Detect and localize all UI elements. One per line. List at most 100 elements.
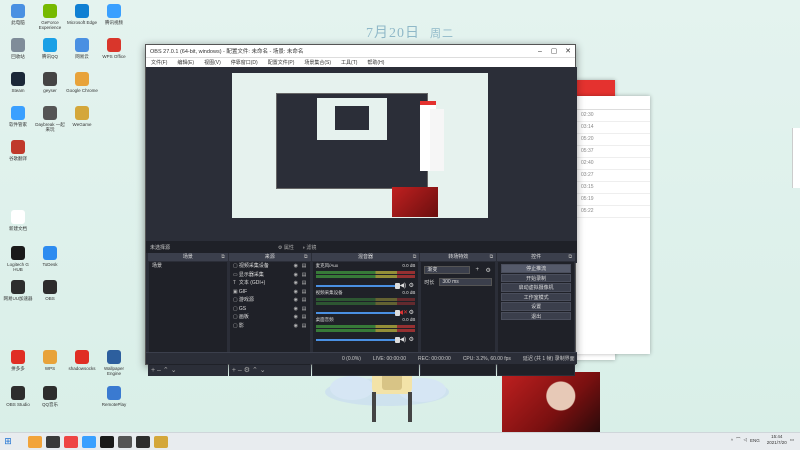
sources-list[interactable]: ▢ 视频采集设备 ◉ ▤ ▭ 显示器采集 ◉ ▤ T 文本 (GDI+) ◉ ▤ ▣ GIF ◉ ▤ ▢ 游戏源 ◉… — [229, 262, 310, 365]
windows-icon[interactable]: ⊞ — [0, 436, 16, 447]
language-indicator[interactable]: ENG — [750, 438, 760, 443]
close-icon[interactable]: ✕ — [561, 47, 575, 55]
desktop-icon[interactable]: ToDesk — [34, 246, 66, 267]
source-item[interactable]: ▢ 视频采集设备 ◉ ▤ — [230, 262, 310, 271]
volume-icon[interactable]: ◁ — [743, 437, 746, 443]
source-settings-icon[interactable]: ⚙ — [244, 367, 250, 374]
list-item[interactable]: 05:22 — [575, 206, 650, 218]
list-item[interactable]: 05:37 — [575, 146, 650, 158]
remove-scene-icon[interactable]: – — [157, 367, 161, 374]
preview-area[interactable]: 未选择源 ⚙ 属性 ◑ 滤镜 — [146, 67, 577, 263]
desktop-icon[interactable]: Google Chrome — [66, 72, 98, 93]
list-item[interactable]: 05:20 — [575, 134, 650, 146]
menu-item[interactable]: 编辑(E) — [172, 59, 199, 66]
scenes-list[interactable]: 场景 — [149, 262, 227, 365]
slider-knob[interactable] — [395, 336, 401, 343]
desktop-icon[interactable]: Logitech G HUB — [2, 246, 34, 272]
source-item[interactable]: ▢ GS ◉ ▤ — [230, 305, 310, 314]
desktop-icon[interactable]: RemotePlay — [98, 386, 130, 407]
desktop-icon[interactable]: geyser — [34, 72, 66, 93]
preview-canvas[interactable] — [232, 73, 488, 218]
eye-icon[interactable]: ◉ — [294, 279, 302, 288]
list-item[interactable]: 05:19 — [575, 194, 650, 206]
control-button[interactable]: 停止推流 — [501, 264, 572, 273]
taskbar-app-icon[interactable] — [64, 435, 78, 448]
menu-item[interactable]: 场景集合(S) — [299, 59, 336, 66]
source-item[interactable]: ▣ GIF ◉ ▤ — [230, 288, 310, 297]
lock-icon[interactable]: ▤ — [302, 279, 310, 288]
undock-icon[interactable]: ⧉ — [568, 253, 572, 261]
undock-icon[interactable]: ⧉ — [413, 253, 417, 261]
control-button[interactable]: 启动虚拟摄像机 — [501, 283, 572, 292]
desktop-icon[interactable]: Daybreak 一起来玩 — [34, 106, 66, 132]
control-button[interactable]: 工作室模式 — [501, 292, 572, 301]
add-transition-icon[interactable]: + — [473, 267, 481, 273]
menu-item[interactable]: 配置文件(P) — [263, 59, 300, 66]
volume-slider[interactable] — [315, 336, 401, 343]
lock-icon[interactable]: ▤ — [302, 305, 310, 314]
desktop-icon[interactable]: GeForce Experience — [34, 4, 66, 30]
desktop-icon[interactable]: 新建文档 — [2, 210, 34, 231]
eye-icon[interactable]: ◉ — [294, 305, 302, 314]
properties-button[interactable]: ⚙ 属性 — [278, 244, 294, 251]
clock[interactable]: 15:44 2021/7/20 — [767, 434, 787, 446]
volume-slider[interactable] — [315, 282, 401, 289]
filters-button[interactable]: ◑ 滤镜 — [302, 244, 316, 251]
desktop-icon[interactable]: Wallpaper Engine — [98, 350, 130, 376]
gear-icon[interactable]: ⚙ — [407, 336, 415, 343]
desktop-icon[interactable]: 拼多多 — [2, 350, 34, 371]
taskbar-app-icon[interactable] — [28, 435, 42, 448]
transition-select[interactable]: 渐变 — [424, 266, 471, 274]
desktop-icon[interactable]: OBS Studio — [2, 386, 34, 407]
source-item[interactable]: ▢ 游戏源 ◉ ▤ — [230, 296, 310, 305]
desktop-icon[interactable]: 谷歌翻译 — [2, 140, 34, 161]
menu-item[interactable]: 停靠窗口(D) — [226, 59, 263, 66]
list-item[interactable]: 03:27 — [575, 170, 650, 182]
move-up-icon[interactable]: ⌃ — [252, 367, 258, 374]
lock-icon[interactable]: ▤ — [302, 296, 310, 305]
taskbar-app-icon[interactable] — [46, 435, 60, 448]
menu-item[interactable]: 帮助(H) — [362, 59, 389, 66]
source-item[interactable]: ▢ 画板 ◉ ▤ — [230, 313, 310, 322]
desktop-icon[interactable]: OBS — [34, 280, 66, 301]
move-down-icon[interactable]: ⌄ — [171, 367, 177, 374]
undock-icon[interactable]: ⧉ — [490, 253, 494, 261]
transition-settings-icon[interactable]: ⚙ — [484, 267, 492, 274]
lock-icon[interactable]: ▤ — [302, 262, 310, 271]
source-item[interactable]: T 文本 (GDI+) ◉ ▤ — [230, 279, 310, 288]
desktop-icon[interactable]: WPS — [34, 350, 66, 371]
menu-item[interactable]: 视图(V) — [199, 59, 226, 66]
control-button[interactable]: 设置 — [501, 302, 572, 311]
undock-icon[interactable]: ⧉ — [221, 253, 225, 261]
source-item[interactable]: ▭ 显示器采集 ◉ ▤ — [230, 271, 310, 280]
lock-icon[interactable]: ▤ — [302, 313, 310, 322]
desktop-icon[interactable]: 腾讯视频 — [98, 4, 130, 25]
add-scene-icon[interactable]: + — [151, 367, 155, 374]
list-item[interactable]: 02:30 — [575, 110, 650, 122]
desktop-icon[interactable]: Microsoft Edge — [66, 4, 98, 25]
minimize-icon[interactable]: – — [533, 48, 547, 55]
taskbar-app-icon[interactable] — [136, 435, 150, 448]
eye-icon[interactable]: ◉ — [294, 271, 302, 280]
menu-item[interactable]: 文件(F) — [146, 59, 172, 66]
eye-icon[interactable]: ◉ — [294, 288, 302, 297]
control-button[interactable]: 退出 — [501, 311, 572, 320]
desktop-icon[interactable]: QQ音乐 — [34, 386, 66, 407]
desktop-icon[interactable]: 此电脑 — [2, 4, 34, 25]
move-up-icon[interactable]: ⌃ — [163, 367, 169, 374]
add-source-icon[interactable]: + — [232, 367, 236, 374]
remove-source-icon[interactable]: – — [238, 367, 242, 374]
desktop-icon[interactable]: Steam — [2, 72, 34, 93]
obs-titlebar[interactable]: OBS 27.0.1 (64-bit, windows) - 配置文件: 未命名… — [146, 45, 575, 57]
desktop-icon[interactable]: 网易UU加速器 — [2, 280, 34, 301]
taskbar-app-icon[interactable] — [154, 435, 168, 448]
volume-slider[interactable] — [315, 309, 401, 316]
desktop-icon[interactable]: 网易云 — [66, 38, 98, 59]
lock-icon[interactable]: ▤ — [302, 271, 310, 280]
lock-icon[interactable]: ▤ — [302, 288, 310, 297]
notification-icon[interactable]: ▭ — [790, 437, 794, 443]
eye-icon[interactable]: ◉ — [294, 296, 302, 305]
scene-item[interactable]: 场景 — [149, 262, 227, 270]
desktop-icon[interactable]: 软件管家 — [2, 106, 34, 127]
network-icon[interactable]: ⌒ — [736, 437, 741, 443]
